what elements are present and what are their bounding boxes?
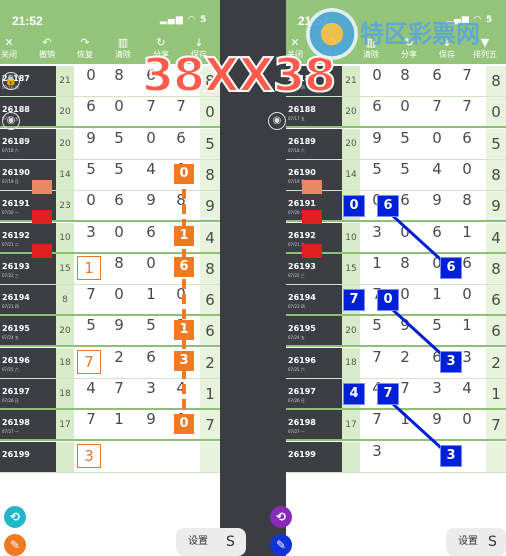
brush-icon[interactable]: ✎ (270, 534, 292, 556)
blue-highlight: 4 (343, 383, 365, 405)
watermark-logo (306, 8, 358, 60)
orange-highlight: 0 (174, 414, 194, 434)
blue-highlight: 6 (377, 195, 399, 217)
blue-highlight: 3 (440, 351, 462, 373)
blue-highlight: 7 (377, 383, 399, 405)
settings-button[interactable]: 设置 S (176, 528, 246, 556)
settings-icon: S (226, 534, 235, 550)
orange-highlight: 6 (174, 257, 194, 277)
watermark-text: 特区彩票网 (360, 20, 480, 48)
blue-highlight: 3 (440, 445, 462, 467)
blue-highlight: 0 (377, 289, 399, 311)
eye-icon[interactable]: ◉ (268, 112, 286, 130)
blue-highlight: 6 (440, 257, 462, 279)
orange-highlight: 1 (174, 226, 194, 246)
brush-icon[interactable]: ✎ (4, 534, 26, 556)
blue-highlight: 7 (343, 289, 365, 311)
orange-highlight: 0 (174, 164, 194, 184)
overlay-title: 38XX38 (141, 47, 337, 103)
refresh-icon[interactable]: ⟲ (270, 506, 292, 528)
settings-label: 设置 (458, 536, 478, 547)
orange-highlight: 3 (174, 351, 194, 371)
blue-highlight: 0 (343, 195, 365, 217)
settings-button[interactable]: 设置 S (446, 528, 506, 556)
refresh-icon[interactable]: ⟲ (4, 506, 26, 528)
settings-icon: S (488, 534, 497, 550)
settings-label: 设置 (188, 536, 208, 547)
orange-highlight: 1 (174, 320, 194, 340)
